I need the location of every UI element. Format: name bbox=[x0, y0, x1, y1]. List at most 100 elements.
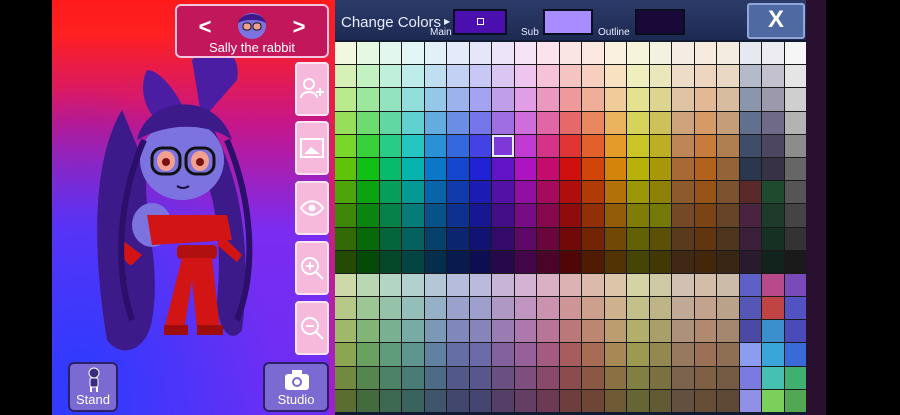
color-swatch[interactable] bbox=[514, 366, 537, 389]
color-swatch[interactable] bbox=[514, 320, 537, 343]
color-swatch[interactable] bbox=[694, 42, 717, 65]
color-swatch[interactable] bbox=[402, 297, 424, 320]
color-swatch[interactable] bbox=[447, 343, 469, 366]
color-swatch[interactable] bbox=[402, 88, 424, 111]
color-swatch[interactable] bbox=[784, 297, 806, 320]
color-swatch[interactable] bbox=[492, 134, 514, 157]
color-swatch[interactable] bbox=[784, 42, 806, 65]
color-swatch[interactable] bbox=[694, 297, 717, 320]
color-swatch[interactable] bbox=[402, 181, 424, 204]
color-swatch[interactable] bbox=[424, 134, 447, 157]
color-swatch[interactable] bbox=[492, 320, 514, 343]
color-swatch[interactable] bbox=[582, 343, 604, 366]
color-swatch[interactable] bbox=[717, 134, 739, 157]
color-swatch[interactable] bbox=[604, 250, 627, 273]
color-swatch[interactable] bbox=[784, 273, 806, 297]
color-swatch[interactable] bbox=[784, 65, 806, 88]
color-swatch[interactable] bbox=[492, 297, 514, 320]
color-swatch[interactable] bbox=[559, 65, 582, 88]
color-swatch[interactable] bbox=[447, 65, 469, 88]
color-swatch[interactable] bbox=[717, 366, 739, 389]
sub-color-swatch[interactable] bbox=[543, 9, 593, 35]
color-swatch[interactable] bbox=[739, 297, 762, 320]
color-swatch[interactable] bbox=[762, 389, 784, 412]
color-swatch[interactable] bbox=[672, 65, 694, 88]
color-swatch[interactable] bbox=[357, 250, 379, 273]
color-swatch[interactable] bbox=[402, 134, 424, 157]
color-swatch[interactable] bbox=[492, 157, 514, 181]
color-swatch[interactable] bbox=[559, 389, 582, 412]
color-swatch[interactable] bbox=[694, 320, 717, 343]
color-swatch[interactable] bbox=[694, 366, 717, 389]
color-swatch[interactable] bbox=[379, 297, 402, 320]
color-swatch[interactable] bbox=[717, 157, 739, 181]
color-swatch[interactable] bbox=[672, 42, 694, 65]
color-swatch[interactable] bbox=[559, 134, 582, 157]
outline-color-swatch[interactable] bbox=[635, 9, 685, 35]
color-swatch[interactable] bbox=[694, 343, 717, 366]
color-swatch[interactable] bbox=[379, 320, 402, 343]
color-swatch[interactable] bbox=[335, 181, 357, 204]
color-swatch[interactable] bbox=[762, 343, 784, 366]
color-swatch[interactable] bbox=[694, 250, 717, 273]
color-swatch[interactable] bbox=[582, 65, 604, 88]
close-button[interactable]: X bbox=[747, 3, 805, 39]
color-swatch[interactable] bbox=[694, 389, 717, 412]
color-swatch[interactable] bbox=[447, 389, 469, 412]
color-swatch[interactable] bbox=[335, 227, 357, 250]
color-swatch[interactable] bbox=[492, 343, 514, 366]
color-swatch[interactable] bbox=[649, 181, 672, 204]
color-swatch[interactable] bbox=[402, 65, 424, 88]
color-swatch[interactable] bbox=[492, 111, 514, 134]
color-swatch[interactable] bbox=[335, 65, 357, 88]
color-swatch[interactable] bbox=[739, 366, 762, 389]
color-swatch[interactable] bbox=[357, 181, 379, 204]
color-swatch[interactable] bbox=[514, 157, 537, 181]
color-swatch[interactable] bbox=[357, 320, 379, 343]
color-swatch[interactable] bbox=[784, 134, 806, 157]
next-character-button[interactable]: > bbox=[287, 14, 311, 40]
color-swatch[interactable] bbox=[739, 343, 762, 366]
color-swatch[interactable] bbox=[537, 273, 559, 297]
color-swatch[interactable] bbox=[739, 250, 762, 273]
prev-character-button[interactable]: < bbox=[193, 14, 217, 40]
color-swatch[interactable] bbox=[469, 297, 492, 320]
color-swatch[interactable] bbox=[739, 204, 762, 227]
color-swatch[interactable] bbox=[694, 157, 717, 181]
color-swatch[interactable] bbox=[627, 88, 649, 111]
color-swatch[interactable] bbox=[357, 227, 379, 250]
background-button[interactable] bbox=[295, 121, 329, 175]
color-swatch[interactable] bbox=[762, 273, 784, 297]
color-swatch[interactable] bbox=[649, 227, 672, 250]
color-swatch[interactable] bbox=[537, 250, 559, 273]
color-swatch[interactable] bbox=[537, 65, 559, 88]
color-swatch[interactable] bbox=[582, 389, 604, 412]
color-swatch[interactable] bbox=[717, 88, 739, 111]
color-swatch[interactable] bbox=[537, 320, 559, 343]
color-swatch[interactable] bbox=[672, 297, 694, 320]
color-swatch[interactable] bbox=[784, 320, 806, 343]
color-swatch[interactable] bbox=[379, 88, 402, 111]
color-swatch[interactable] bbox=[379, 227, 402, 250]
color-swatch[interactable] bbox=[537, 181, 559, 204]
color-swatch[interactable] bbox=[582, 111, 604, 134]
color-swatch[interactable] bbox=[762, 111, 784, 134]
color-swatch[interactable] bbox=[672, 366, 694, 389]
color-swatch[interactable] bbox=[582, 157, 604, 181]
color-swatch[interactable] bbox=[514, 297, 537, 320]
color-swatch[interactable] bbox=[537, 111, 559, 134]
color-swatch[interactable] bbox=[402, 366, 424, 389]
color-swatch[interactable] bbox=[379, 343, 402, 366]
color-swatch[interactable] bbox=[649, 389, 672, 412]
color-swatch[interactable] bbox=[739, 157, 762, 181]
color-swatch[interactable] bbox=[559, 320, 582, 343]
color-swatch[interactable] bbox=[627, 134, 649, 157]
color-swatch[interactable] bbox=[447, 227, 469, 250]
color-swatch[interactable] bbox=[514, 227, 537, 250]
color-swatch[interactable] bbox=[717, 227, 739, 250]
color-swatch[interactable] bbox=[402, 343, 424, 366]
color-swatch[interactable] bbox=[424, 250, 447, 273]
color-swatch[interactable] bbox=[649, 134, 672, 157]
color-swatch[interactable] bbox=[694, 65, 717, 88]
color-swatch[interactable] bbox=[627, 366, 649, 389]
